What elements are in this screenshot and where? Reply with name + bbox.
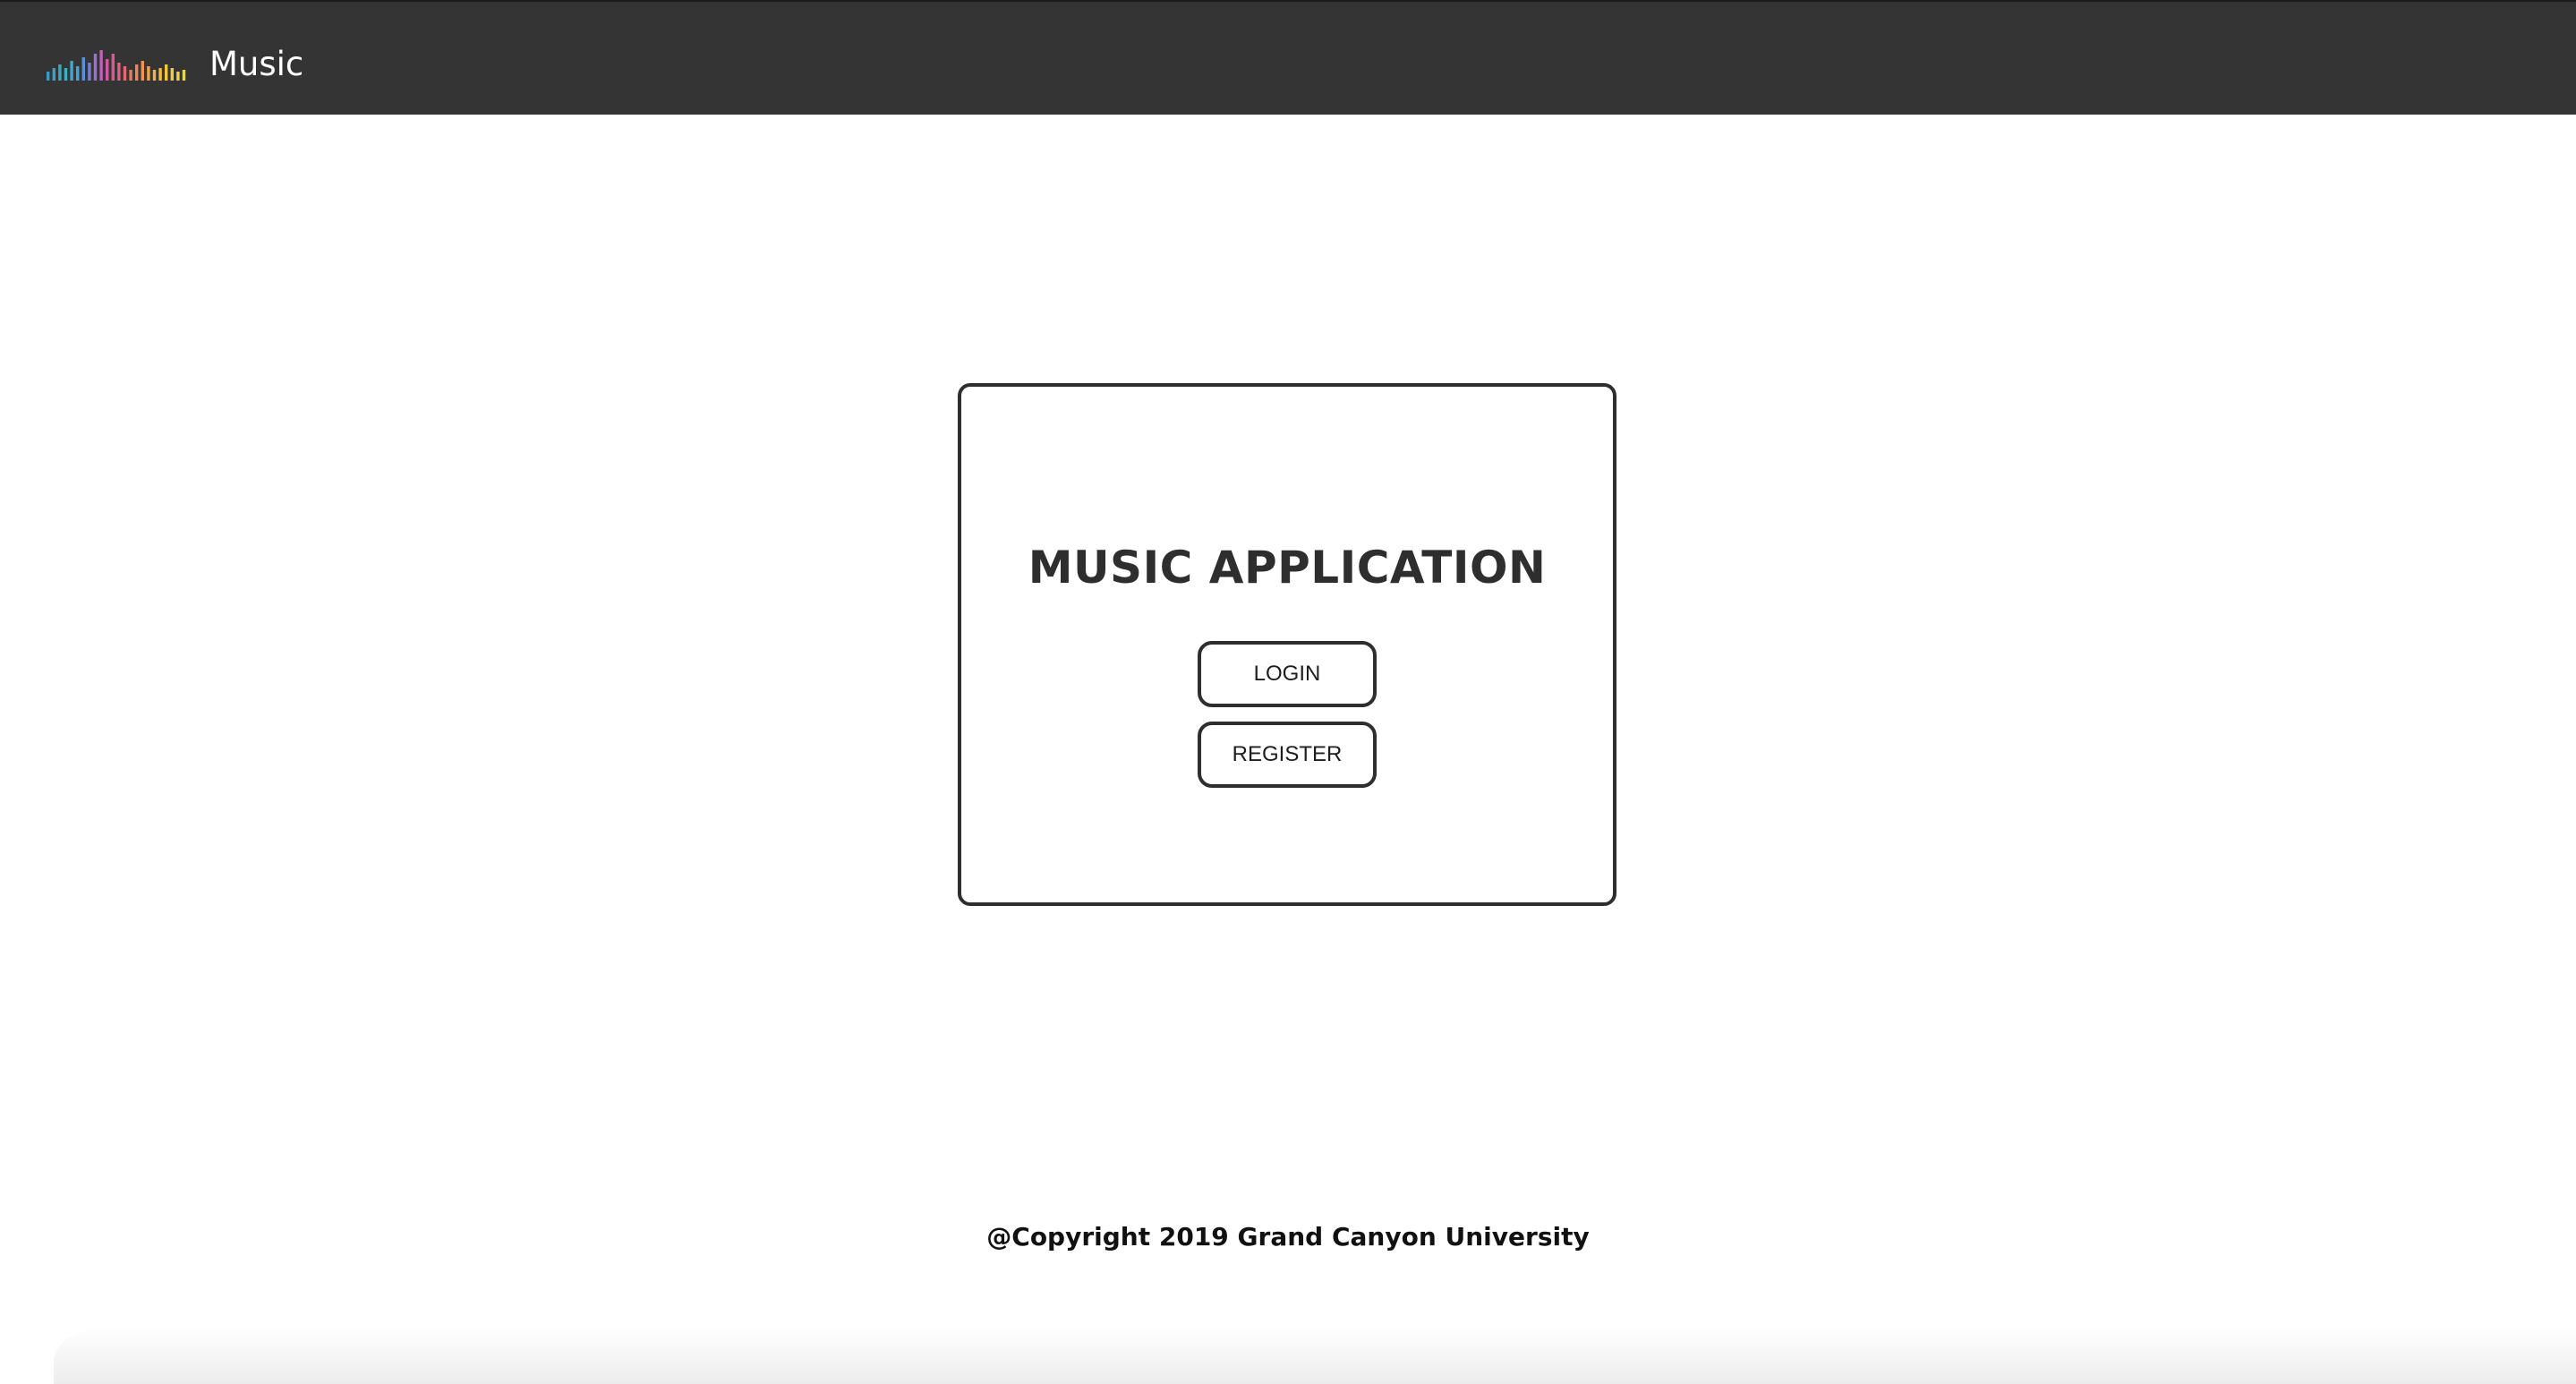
equalizer-bar — [135, 64, 139, 81]
equalizer-bar — [176, 72, 180, 81]
equalizer-bar — [158, 68, 162, 81]
equalizer-bar — [52, 68, 55, 81]
equalizer-bar — [152, 70, 157, 81]
equalizer-bar — [99, 50, 103, 81]
equalizer-bar — [106, 59, 109, 81]
equalizer-bar — [88, 63, 91, 81]
equalizer-bar — [70, 61, 73, 81]
equalizer-bar — [129, 70, 132, 81]
equalizer-bar — [147, 66, 150, 81]
login-button[interactable]: LOGIN — [1198, 641, 1377, 707]
equalizer-bar — [76, 66, 80, 81]
equalizer-bar — [141, 61, 144, 81]
equalizer-bar — [170, 68, 174, 81]
equalizer-bar — [64, 68, 68, 81]
brand-link[interactable]: Music — [47, 38, 303, 83]
top-navbar: Music — [0, 0, 2576, 115]
register-button[interactable]: REGISTER — [1198, 722, 1377, 788]
equalizer-bar — [58, 64, 62, 81]
equalizer-bar — [123, 66, 127, 81]
equalizer-bar — [47, 72, 50, 81]
equalizer-bar — [81, 57, 85, 81]
copyright-footer: @Copyright 2019 Grand Canyon University — [986, 1222, 1590, 1252]
equalizer-bar — [165, 64, 168, 81]
equalizer-bar — [93, 54, 98, 81]
equalizer-bars-icon — [47, 50, 186, 81]
equalizer-bar — [182, 70, 186, 81]
welcome-card: MUSIC APPLICATION LOGIN REGISTER — [958, 383, 1616, 906]
app-title: MUSIC APPLICATION — [1028, 542, 1547, 594]
equalizer-bar — [117, 63, 121, 81]
bottom-shadow-decoration — [54, 1327, 2576, 1384]
brand-label: Music — [209, 45, 304, 83]
equalizer-bar — [111, 54, 115, 81]
